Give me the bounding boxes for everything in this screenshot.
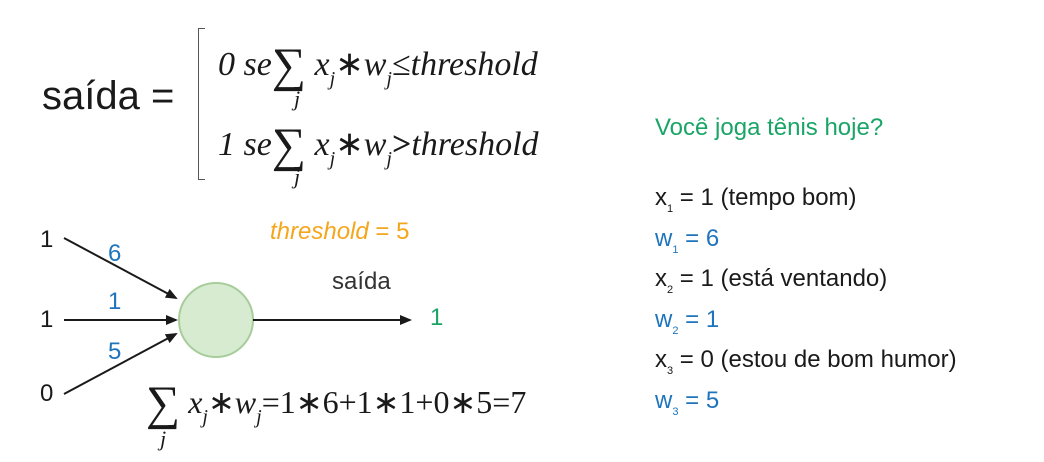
input-value-1: 1 (40, 226, 54, 253)
input-value-2: 1 (40, 306, 54, 333)
variable-list: x1 = 1 (tempo bom) w1 = 6 x2 = 1 (está v… (655, 178, 957, 422)
var-row-x3: x3 = 0 (estou de bom humor) (655, 346, 957, 378)
var-row-w3: w3 = 5 (655, 386, 720, 418)
var-row-x1: x1 = 1 (tempo bom) (655, 184, 857, 215)
input-value-3: 0 (40, 380, 54, 407)
var-row-x2: x2 = 1 (está ventando) (655, 265, 888, 297)
question-text: Você joga tênis hoje? (655, 114, 884, 141)
sum-index: j (160, 426, 167, 451)
var-row-w1: w1 = 6 (655, 224, 720, 256)
output-value: 1 (430, 304, 444, 331)
var-row-w2: w2 = 1 (655, 305, 720, 337)
weight-value-2: 1 (108, 288, 122, 315)
neuron-node (178, 282, 254, 358)
threshold-annotation: threshold = 5 (270, 218, 410, 245)
weight-value-1: 6 (108, 240, 122, 267)
weight-value-3: 5 (108, 338, 122, 365)
output-caption: saída (332, 268, 391, 295)
weighted-sum-equation: ∑ xj∗wj=1∗6+1∗1+0∗5=7 (146, 377, 527, 430)
